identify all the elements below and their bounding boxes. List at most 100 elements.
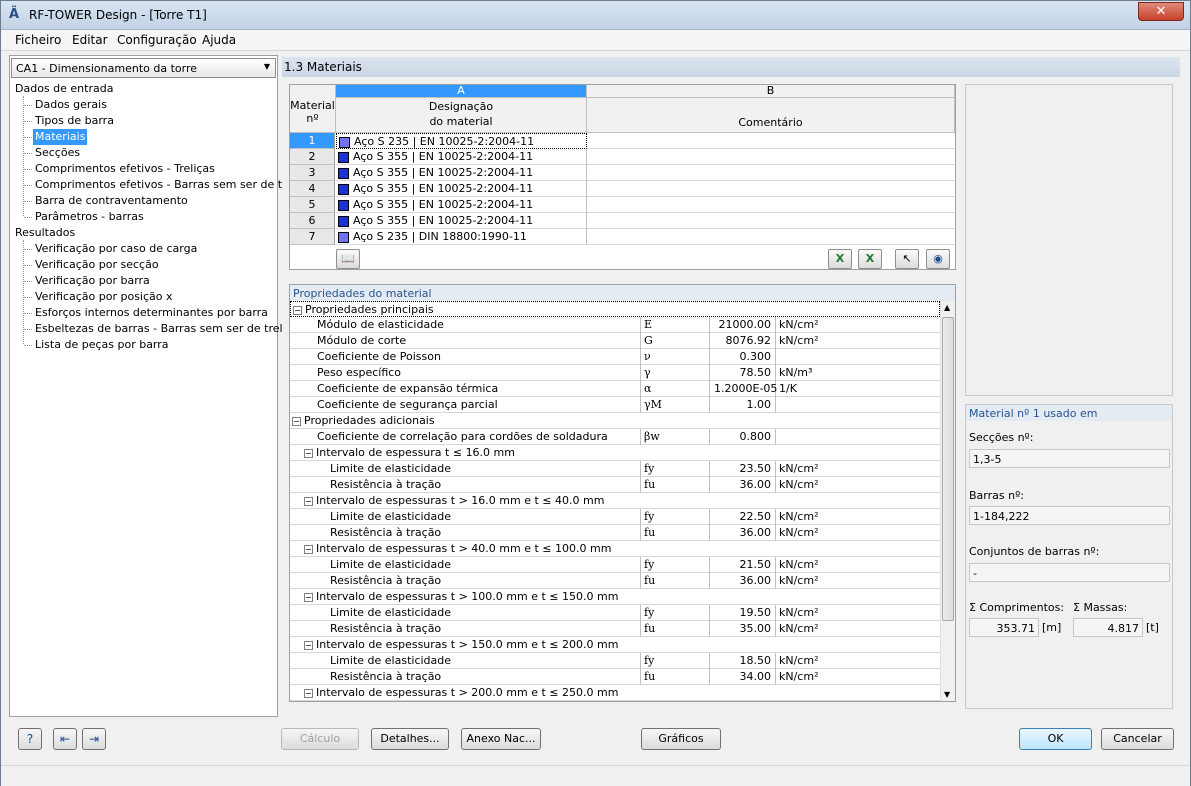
- tree-item-internal-forces[interactable]: Esforços internos determinantes por barr…: [35, 305, 268, 321]
- property-value[interactable]: 1.2000E-05: [709, 381, 777, 397]
- tree-item-materials[interactable]: Materiais: [33, 129, 88, 145]
- row-number[interactable]: 3: [290, 165, 335, 181]
- national-annex-button[interactable]: Anexo Nac...: [461, 728, 541, 750]
- help-button[interactable]: ?: [18, 728, 42, 750]
- material-comment-cell[interactable]: [587, 149, 955, 165]
- tree-item-design-by-member[interactable]: Verificação por barra: [35, 273, 150, 289]
- tree-item-parts-list[interactable]: Lista de peças por barra: [35, 337, 169, 353]
- material-designation-cell[interactable]: Aço S 355 | EN 10025-2:2004-11: [336, 213, 587, 229]
- collapse-icon[interactable]: −: [293, 305, 302, 315]
- group-header[interactable]: − Intervalo de espessura t ≤ 16.0 mm: [304, 446, 515, 459]
- collapse-icon[interactable]: −: [304, 448, 313, 458]
- scroll-down-icon[interactable]: ▼: [944, 690, 950, 699]
- material-comment-cell[interactable]: [587, 213, 955, 229]
- select-in-graphic-button[interactable]: ↖: [895, 249, 919, 269]
- property-name: Resistência à tração: [330, 670, 442, 683]
- collapse-icon[interactable]: −: [304, 544, 313, 554]
- material-designation-cell[interactable]: Aço S 355 | EN 10025-2:2004-11: [336, 149, 587, 165]
- row-number[interactable]: 5: [290, 197, 335, 213]
- tree-root-input[interactable]: Dados de entrada: [15, 81, 113, 97]
- details-button[interactable]: Detalhes...: [371, 728, 449, 750]
- collapse-icon[interactable]: −: [304, 688, 313, 698]
- case-select[interactable]: CA1 - Dimensionamento da torre ▼: [11, 58, 276, 78]
- group-header[interactable]: − Propriedades adicionais: [292, 414, 435, 427]
- property-value[interactable]: 35.00: [709, 621, 776, 637]
- property-value[interactable]: 0.300: [709, 349, 776, 365]
- export-excel-button[interactable]: X: [828, 249, 852, 269]
- row-number[interactable]: 7: [290, 229, 335, 245]
- property-value[interactable]: 34.00: [709, 669, 776, 685]
- column-b-header[interactable]: B: [587, 85, 955, 98]
- previous-button[interactable]: ⇤: [53, 728, 77, 750]
- material-comment-cell[interactable]: [587, 133, 955, 149]
- row-number[interactable]: 4: [290, 181, 335, 197]
- graphics-button[interactable]: Gráficos: [641, 728, 721, 750]
- tree-item-design-by-lc[interactable]: Verificação por caso de carga: [35, 241, 197, 257]
- row-number[interactable]: 6: [290, 213, 335, 229]
- property-value[interactable]: 36.00: [709, 525, 776, 541]
- collapse-icon[interactable]: −: [304, 496, 313, 506]
- collapse-icon[interactable]: −: [304, 592, 313, 602]
- tree-item-eff-lengths-members[interactable]: Comprimentos efetivos - Barras sem ser d…: [35, 177, 312, 193]
- import-excel-button[interactable]: X: [858, 249, 882, 269]
- tree-item-slenderness[interactable]: Esbeltezas de barras - Barras sem ser de…: [35, 321, 298, 337]
- material-designation-cell[interactable]: Aço S 235 | EN 10025-2:2004-11: [336, 133, 587, 149]
- property-value[interactable]: 8076.92: [709, 333, 776, 349]
- scrollbar-thumb[interactable]: [942, 317, 954, 621]
- material-comment-cell[interactable]: [587, 165, 955, 181]
- ok-button[interactable]: OK: [1019, 728, 1092, 750]
- property-value[interactable]: 21000.00: [709, 317, 776, 333]
- group-header[interactable]: − Intervalo de espessuras t > 150.0 mm e …: [304, 638, 618, 651]
- row-number[interactable]: 1: [290, 133, 335, 149]
- calculation-button[interactable]: Cálculo: [281, 728, 359, 750]
- tree-item-eff-lengths-trusses[interactable]: Comprimentos efetivos - Treliças: [35, 161, 215, 177]
- property-value[interactable]: 1.00: [709, 397, 776, 413]
- tree-item-member-parameters[interactable]: Parâmetros - barras: [35, 209, 144, 225]
- material-comment-cell[interactable]: [587, 229, 955, 245]
- next-button[interactable]: ⇥: [82, 728, 106, 750]
- collapse-icon[interactable]: −: [304, 640, 313, 650]
- property-value[interactable]: 19.50: [709, 605, 776, 621]
- menu-edit[interactable]: Editar: [72, 33, 108, 47]
- tree-item-sections[interactable]: Secções: [35, 145, 80, 161]
- scroll-up-icon[interactable]: ▲: [944, 303, 950, 312]
- property-name: Limite de elasticidade: [330, 558, 452, 571]
- tree-root-results[interactable]: Resultados: [15, 225, 75, 241]
- menu-file[interactable]: Ficheiro: [15, 33, 61, 47]
- group-header[interactable]: − Intervalo de espessuras t > 16.0 mm e t…: [304, 494, 604, 507]
- material-designation-cell[interactable]: Aço S 355 | EN 10025-2:2004-11: [336, 197, 587, 213]
- property-value[interactable]: 36.00: [709, 573, 776, 589]
- tree-item-design-by-x[interactable]: Verificação por posição x: [35, 289, 173, 305]
- group-header[interactable]: − Propriedades principais: [293, 303, 434, 316]
- property-value[interactable]: 22.50: [709, 509, 776, 525]
- material-comment-cell[interactable]: [587, 197, 955, 213]
- tree-item-design-by-section[interactable]: Verificação por secção: [35, 257, 159, 273]
- material-designation-cell[interactable]: Aço S 235 | DIN 18800:1990-11: [336, 229, 587, 245]
- material-comment-cell[interactable]: [587, 181, 955, 197]
- property-value[interactable]: 0.800: [709, 429, 776, 445]
- close-button[interactable]: ✕: [1138, 2, 1184, 21]
- menu-settings[interactable]: Configuração: [117, 33, 197, 47]
- menu-help[interactable]: Ajuda: [202, 33, 236, 47]
- property-value[interactable]: 36.00: [709, 477, 776, 493]
- column-a-header[interactable]: A: [336, 85, 587, 98]
- property-value[interactable]: 78.50: [709, 365, 776, 381]
- property-value[interactable]: 23.50: [709, 461, 776, 477]
- tree-item-general-data[interactable]: Dados gerais: [35, 97, 107, 113]
- cancel-button[interactable]: Cancelar: [1101, 728, 1174, 750]
- tree-item-member-types[interactable]: Tipos de barra: [35, 113, 114, 129]
- properties-scrollbar[interactable]: ▲ ▼: [940, 301, 955, 701]
- group-header[interactable]: − Intervalo de espessuras t > 100.0 mm e …: [304, 590, 618, 603]
- property-unit: kN/m³: [779, 366, 813, 379]
- property-value[interactable]: 18.50: [709, 653, 776, 669]
- group-header[interactable]: − Intervalo de espessuras t > 40.0 mm e t…: [304, 542, 611, 555]
- library-button[interactable]: 📖: [336, 249, 360, 269]
- material-designation-cell[interactable]: Aço S 355 | EN 10025-2:2004-11: [336, 181, 587, 197]
- group-header[interactable]: − Intervalo de espessuras t > 200.0 mm e …: [304, 686, 618, 699]
- view-button[interactable]: ◉: [926, 249, 950, 269]
- tree-item-bracing-member[interactable]: Barra de contraventamento: [35, 193, 188, 209]
- property-value[interactable]: 21.50: [709, 557, 776, 573]
- collapse-icon[interactable]: −: [292, 416, 301, 426]
- row-number[interactable]: 2: [290, 149, 335, 165]
- material-designation-cell[interactable]: Aço S 355 | EN 10025-2:2004-11: [336, 165, 587, 181]
